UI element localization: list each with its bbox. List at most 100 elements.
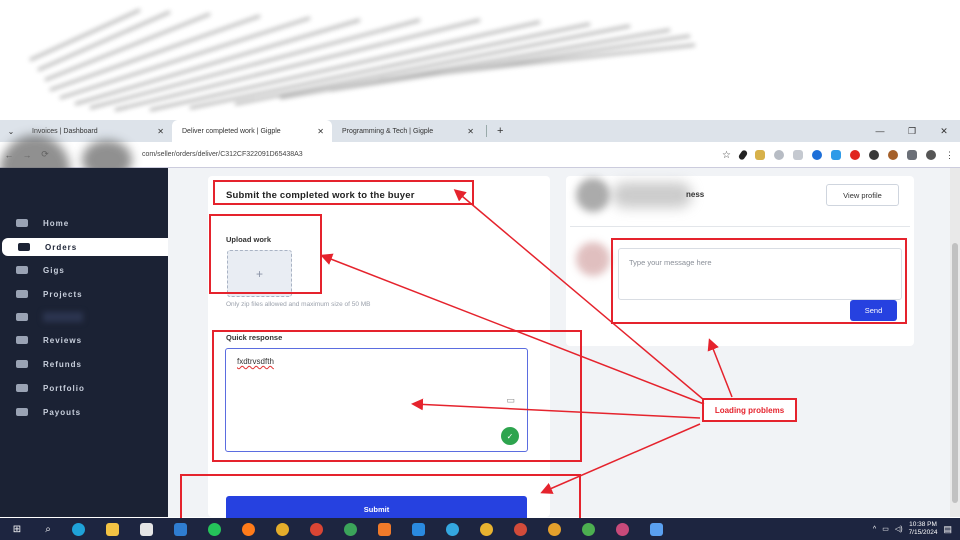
new-tab-button[interactable]: + [491,125,509,137]
search-icon[interactable]: ⌕ [34,524,62,535]
pen-extension-icon[interactable] [737,149,749,161]
url-text[interactable]: com/seller/orders/deliver/C312CF322091D6… [142,151,303,158]
extension-icon[interactable] [755,150,765,160]
quick-response-value: fxdtrvsdfth [237,357,274,366]
sidebar-item-label: Projects [43,289,83,299]
tab-title: Invoices | Dashboard [32,127,98,135]
sidebar-item-reviews[interactable]: Reviews [0,331,168,349]
app-icon[interactable] [644,521,668,537]
chrome-icon[interactable] [576,521,600,537]
telegram-icon[interactable] [440,521,464,537]
annotation-label: Loading problems [702,398,797,422]
extension-toolbar: ☆ ⋮ [722,142,954,168]
restore-button[interactable]: ❐ [896,120,928,142]
extension-icon[interactable] [793,150,803,160]
tab-programming-tech[interactable]: Programming & Tech | Gigple ✕ [332,120,482,142]
sidebar-item-orders[interactable]: Orders [2,238,168,256]
view-profile-button[interactable]: View profile [826,184,899,206]
inbox-icon [16,313,28,321]
windows-start-icon[interactable]: ⊞ [0,524,34,535]
vscode-icon[interactable] [406,521,430,537]
chat-bubble-icon[interactable]: ▭ [506,395,515,406]
notification-icon[interactable]: ▤ [943,524,952,535]
close-icon[interactable]: ✕ [467,127,474,136]
tab-title: Deliver completed work | Gigple [182,127,281,135]
clock-date: 7/15/2024 [908,529,938,536]
scrollbar-thumb[interactable] [952,243,958,503]
page-scrollbar[interactable] [950,168,960,517]
sidebar-item-projects[interactable]: Projects [0,285,168,303]
firefox-icon[interactable] [236,521,260,537]
window-controls: — ❐ ✕ [864,120,960,142]
refund-icon [16,360,28,368]
minimize-button[interactable]: — [864,120,896,142]
menu-kebab-icon[interactable]: ⋮ [945,150,954,161]
clock[interactable]: 10:38 PM 7/15/2024 [909,521,938,537]
file-explorer-icon[interactable] [100,521,124,537]
close-icon[interactable]: ✕ [317,127,324,136]
cookie-icon[interactable] [888,150,898,160]
page-title: Submit the completed work to the buyer [226,190,415,201]
sidebar-item-label: Home [43,218,70,228]
taskbar-apps [66,521,668,537]
volume-icon[interactable]: ◁) [895,525,903,533]
grammar-check-icon[interactable]: ✓ [501,427,519,445]
quick-response-textarea[interactable]: fxdtrvsdfth ▭ ✓ [225,348,528,452]
upload-dropzone[interactable]: + [227,250,292,297]
whatsapp-icon[interactable] [202,521,226,537]
bookmark-star-icon[interactable]: ☆ [722,150,731,161]
deliver-work-card [208,176,550,517]
message-placeholder: Type your message here [629,258,712,267]
extension-icon[interactable] [812,150,822,160]
sidebar-item-label: Gigs [43,265,65,275]
extension-icon[interactable] [869,150,879,160]
window-close-button[interactable]: ✕ [928,120,960,142]
chrome-icon[interactable] [508,521,532,537]
sidebar-item-refunds[interactable]: Refunds [0,355,168,373]
tab-search-chevron-icon[interactable]: ⌄ [0,127,22,136]
sidebar-item-label: Reviews [43,335,83,345]
extension-icon[interactable] [774,150,784,160]
divider [570,226,910,227]
store-icon[interactable] [134,521,158,537]
upload-hint: Only zip files allowed and maximum size … [226,301,371,308]
sidebar-item-label: Refunds [43,359,82,369]
browser-tab-bar: ⌄ Invoices | Dashboard ✕ Deliver complet… [0,120,960,142]
network-icon[interactable]: ▭ [882,525,889,533]
sidebar-item-home[interactable]: Home [0,214,168,232]
tab-deliver-work[interactable]: Deliver completed work | Gigple ✕ [172,120,332,142]
send-button[interactable]: Send [850,300,897,321]
app-icon[interactable] [372,521,396,537]
sidebar-item-payouts[interactable]: Payouts [0,403,168,421]
chrome-icon[interactable] [474,521,498,537]
sidebar-item-gigs[interactable]: Gigs [0,261,168,279]
sidebar-item-portfolio[interactable]: Portfolio [0,379,168,397]
tray-chevron-icon[interactable]: ^ [873,526,876,533]
message-input[interactable]: Type your message here [618,248,902,300]
sidebar-item-label: Payouts [43,407,82,417]
chrome-icon[interactable] [338,521,362,537]
sidebar-item-redacted[interactable] [0,308,168,326]
user-avatar [576,242,610,276]
extension-icon[interactable] [831,150,841,160]
close-icon[interactable]: ✕ [157,127,164,136]
extensions-puzzle-icon[interactable] [907,150,917,160]
chrome-icon[interactable] [304,521,328,537]
opera-icon[interactable] [850,150,860,160]
profile-avatar-icon[interactable] [926,150,936,160]
quick-response-label: Quick response [226,333,283,342]
blurred-scribble [29,8,696,112]
chrome-icon[interactable] [542,521,566,537]
sidebar-item-label: Portfolio [43,383,85,393]
chrome-icon[interactable] [270,521,294,537]
mail-icon[interactable] [168,521,192,537]
payouts-icon [16,408,28,416]
chrome-icon[interactable] [610,521,634,537]
buyer-avatar [576,178,610,212]
projects-icon [16,290,28,298]
upload-work-label: Upload work [226,235,272,244]
edge-icon[interactable] [66,521,90,537]
star-icon [16,336,28,344]
home-icon [16,219,28,227]
windows-taskbar: ⊞ ⌕ ^ ▭ ◁) 10:38 PM 7/15/2024 ▤ [0,518,960,540]
